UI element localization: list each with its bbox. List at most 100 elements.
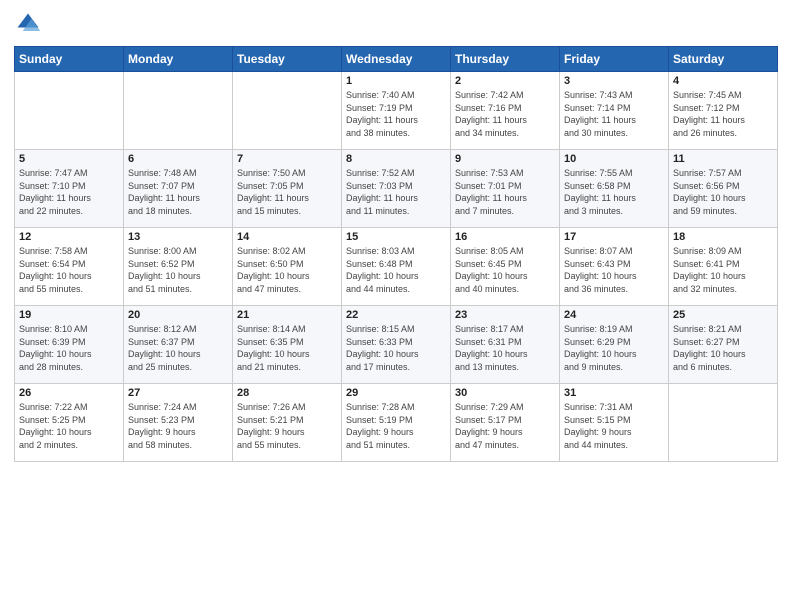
- day-info: Sunrise: 7:31 AM Sunset: 5:15 PM Dayligh…: [564, 401, 664, 451]
- calendar-cell: 18 Sunrise: 8:09 AM Sunset: 6:41 PM Dayli…: [669, 228, 778, 306]
- day-number: 30: [455, 387, 555, 399]
- week-row-4: 19Sunrise: 8:10 AM Sunset: 6:39 PM Dayli…: [15, 306, 778, 384]
- day-number: 2: [455, 75, 555, 87]
- weekday-header-tuesday: Tuesday: [233, 47, 342, 72]
- calendar-cell: 1 Sunrise: 7:40 AM Sunset: 7:19 PM Daylig…: [342, 72, 451, 150]
- calendar-cell: [124, 72, 233, 150]
- day-number: 24: [564, 309, 664, 321]
- day-number: 21: [237, 309, 337, 321]
- day-number: 11: [673, 153, 773, 165]
- day-info: Sunrise: 7:24 AM Sunset: 5:23 PM Dayligh…: [128, 401, 228, 451]
- calendar-cell: 5 Sunrise: 7:47 AM Sunset: 7:10 PM Daylig…: [15, 150, 124, 228]
- calendar-cell: 8 Sunrise: 7:52 AM Sunset: 7:03 PM Daylig…: [342, 150, 451, 228]
- day-number: 1: [346, 75, 446, 87]
- calendar-cell: 9 Sunrise: 7:53 AM Sunset: 7:01 PM Daylig…: [451, 150, 560, 228]
- calendar-cell: 16Sunrise: 8:05 AM Sunset: 6:45 PM Dayli…: [451, 228, 560, 306]
- calendar-cell: 6 Sunrise: 7:48 AM Sunset: 7:07 PM Daylig…: [124, 150, 233, 228]
- calendar-cell: 19Sunrise: 8:10 AM Sunset: 6:39 PM Dayli…: [15, 306, 124, 384]
- calendar-cell: 17 Sunrise: 8:07 AM Sunset: 6:43 PM Dayli…: [560, 228, 669, 306]
- day-info: Sunrise: 8:15 AM Sunset: 6:33 PM Dayligh…: [346, 323, 446, 373]
- day-info: Sunrise: 7:50 AM Sunset: 7:05 PM Dayligh…: [237, 167, 337, 217]
- day-number: 5: [19, 153, 119, 165]
- page: SundayMondayTuesdayWednesdayThursdayFrid…: [0, 0, 792, 612]
- day-info: Sunrise: 8:07 AM Sunset: 6:43 PM Dayligh…: [564, 245, 664, 295]
- day-number: 18: [673, 231, 773, 243]
- calendar-cell: 23 Sunrise: 8:17 AM Sunset: 6:31 PM Dayli…: [451, 306, 560, 384]
- calendar-cell: [15, 72, 124, 150]
- calendar: SundayMondayTuesdayWednesdayThursdayFrid…: [14, 46, 778, 462]
- day-info: Sunrise: 7:43 AM Sunset: 7:14 PM Dayligh…: [564, 89, 664, 139]
- day-number: 23: [455, 309, 555, 321]
- day-number: 9: [455, 153, 555, 165]
- day-info: Sunrise: 8:19 AM Sunset: 6:29 PM Dayligh…: [564, 323, 664, 373]
- weekday-header-sunday: Sunday: [15, 47, 124, 72]
- day-info: Sunrise: 7:40 AM Sunset: 7:19 PM Dayligh…: [346, 89, 446, 139]
- day-info: Sunrise: 7:48 AM Sunset: 7:07 PM Dayligh…: [128, 167, 228, 217]
- day-number: 27: [128, 387, 228, 399]
- day-number: 17: [564, 231, 664, 243]
- calendar-cell: [233, 72, 342, 150]
- week-row-2: 5 Sunrise: 7:47 AM Sunset: 7:10 PM Daylig…: [15, 150, 778, 228]
- day-info: Sunrise: 8:10 AM Sunset: 6:39 PM Dayligh…: [19, 323, 119, 373]
- weekday-header-saturday: Saturday: [669, 47, 778, 72]
- day-number: 26: [19, 387, 119, 399]
- logo: [14, 10, 45, 38]
- logo-icon: [14, 10, 42, 38]
- day-info: Sunrise: 7:52 AM Sunset: 7:03 PM Dayligh…: [346, 167, 446, 217]
- calendar-cell: 11 Sunrise: 7:57 AM Sunset: 6:56 PM Dayli…: [669, 150, 778, 228]
- calendar-cell: 3 Sunrise: 7:43 AM Sunset: 7:14 PM Daylig…: [560, 72, 669, 150]
- week-row-1: 1 Sunrise: 7:40 AM Sunset: 7:19 PM Daylig…: [15, 72, 778, 150]
- day-info: Sunrise: 8:09 AM Sunset: 6:41 PM Dayligh…: [673, 245, 773, 295]
- week-row-5: 26 Sunrise: 7:22 AM Sunset: 5:25 PM Dayli…: [15, 384, 778, 462]
- calendar-cell: 4Sunrise: 7:45 AM Sunset: 7:12 PM Daylig…: [669, 72, 778, 150]
- day-info: Sunrise: 7:58 AM Sunset: 6:54 PM Dayligh…: [19, 245, 119, 295]
- day-number: 3: [564, 75, 664, 87]
- day-info: Sunrise: 7:47 AM Sunset: 7:10 PM Dayligh…: [19, 167, 119, 217]
- day-info: Sunrise: 8:03 AM Sunset: 6:48 PM Dayligh…: [346, 245, 446, 295]
- day-number: 14: [237, 231, 337, 243]
- day-info: Sunrise: 7:53 AM Sunset: 7:01 PM Dayligh…: [455, 167, 555, 217]
- calendar-cell: 29Sunrise: 7:28 AM Sunset: 5:19 PM Dayli…: [342, 384, 451, 462]
- calendar-cell: 28 Sunrise: 7:26 AM Sunset: 5:21 PM Dayli…: [233, 384, 342, 462]
- calendar-cell: 10 Sunrise: 7:55 AM Sunset: 6:58 PM Dayli…: [560, 150, 669, 228]
- day-info: Sunrise: 8:14 AM Sunset: 6:35 PM Dayligh…: [237, 323, 337, 373]
- calendar-cell: 24 Sunrise: 8:19 AM Sunset: 6:29 PM Dayli…: [560, 306, 669, 384]
- calendar-cell: 31Sunrise: 7:31 AM Sunset: 5:15 PM Dayli…: [560, 384, 669, 462]
- day-info: Sunrise: 7:26 AM Sunset: 5:21 PM Dayligh…: [237, 401, 337, 451]
- header: [14, 10, 778, 38]
- calendar-cell: 15Sunrise: 8:03 AM Sunset: 6:48 PM Dayli…: [342, 228, 451, 306]
- calendar-cell: 21 Sunrise: 8:14 AM Sunset: 6:35 PM Dayli…: [233, 306, 342, 384]
- week-row-3: 12 Sunrise: 7:58 AM Sunset: 6:54 PM Dayli…: [15, 228, 778, 306]
- calendar-cell: 12 Sunrise: 7:58 AM Sunset: 6:54 PM Dayli…: [15, 228, 124, 306]
- day-number: 10: [564, 153, 664, 165]
- day-number: 8: [346, 153, 446, 165]
- weekday-header-thursday: Thursday: [451, 47, 560, 72]
- day-info: Sunrise: 7:22 AM Sunset: 5:25 PM Dayligh…: [19, 401, 119, 451]
- calendar-cell: 14Sunrise: 8:02 AM Sunset: 6:50 PM Dayli…: [233, 228, 342, 306]
- day-info: Sunrise: 7:57 AM Sunset: 6:56 PM Dayligh…: [673, 167, 773, 217]
- day-info: Sunrise: 8:17 AM Sunset: 6:31 PM Dayligh…: [455, 323, 555, 373]
- calendar-cell: 2 Sunrise: 7:42 AM Sunset: 7:16 PM Daylig…: [451, 72, 560, 150]
- day-number: 13: [128, 231, 228, 243]
- day-info: Sunrise: 7:28 AM Sunset: 5:19 PM Dayligh…: [346, 401, 446, 451]
- weekday-header-monday: Monday: [124, 47, 233, 72]
- day-info: Sunrise: 7:55 AM Sunset: 6:58 PM Dayligh…: [564, 167, 664, 217]
- calendar-cell: 20Sunrise: 8:12 AM Sunset: 6:37 PM Dayli…: [124, 306, 233, 384]
- calendar-cell: 25 Sunrise: 8:21 AM Sunset: 6:27 PM Dayli…: [669, 306, 778, 384]
- day-number: 16: [455, 231, 555, 243]
- day-number: 28: [237, 387, 337, 399]
- calendar-cell: 30 Sunrise: 7:29 AM Sunset: 5:17 PM Dayli…: [451, 384, 560, 462]
- day-number: 12: [19, 231, 119, 243]
- day-number: 25: [673, 309, 773, 321]
- day-number: 7: [237, 153, 337, 165]
- calendar-cell: 27 Sunrise: 7:24 AM Sunset: 5:23 PM Dayli…: [124, 384, 233, 462]
- day-number: 6: [128, 153, 228, 165]
- day-number: 4: [673, 75, 773, 87]
- day-info: Sunrise: 7:29 AM Sunset: 5:17 PM Dayligh…: [455, 401, 555, 451]
- weekday-header-friday: Friday: [560, 47, 669, 72]
- day-info: Sunrise: 8:21 AM Sunset: 6:27 PM Dayligh…: [673, 323, 773, 373]
- day-info: Sunrise: 8:12 AM Sunset: 6:37 PM Dayligh…: [128, 323, 228, 373]
- weekday-header-row: SundayMondayTuesdayWednesdayThursdayFrid…: [15, 47, 778, 72]
- day-info: Sunrise: 7:42 AM Sunset: 7:16 PM Dayligh…: [455, 89, 555, 139]
- weekday-header-wednesday: Wednesday: [342, 47, 451, 72]
